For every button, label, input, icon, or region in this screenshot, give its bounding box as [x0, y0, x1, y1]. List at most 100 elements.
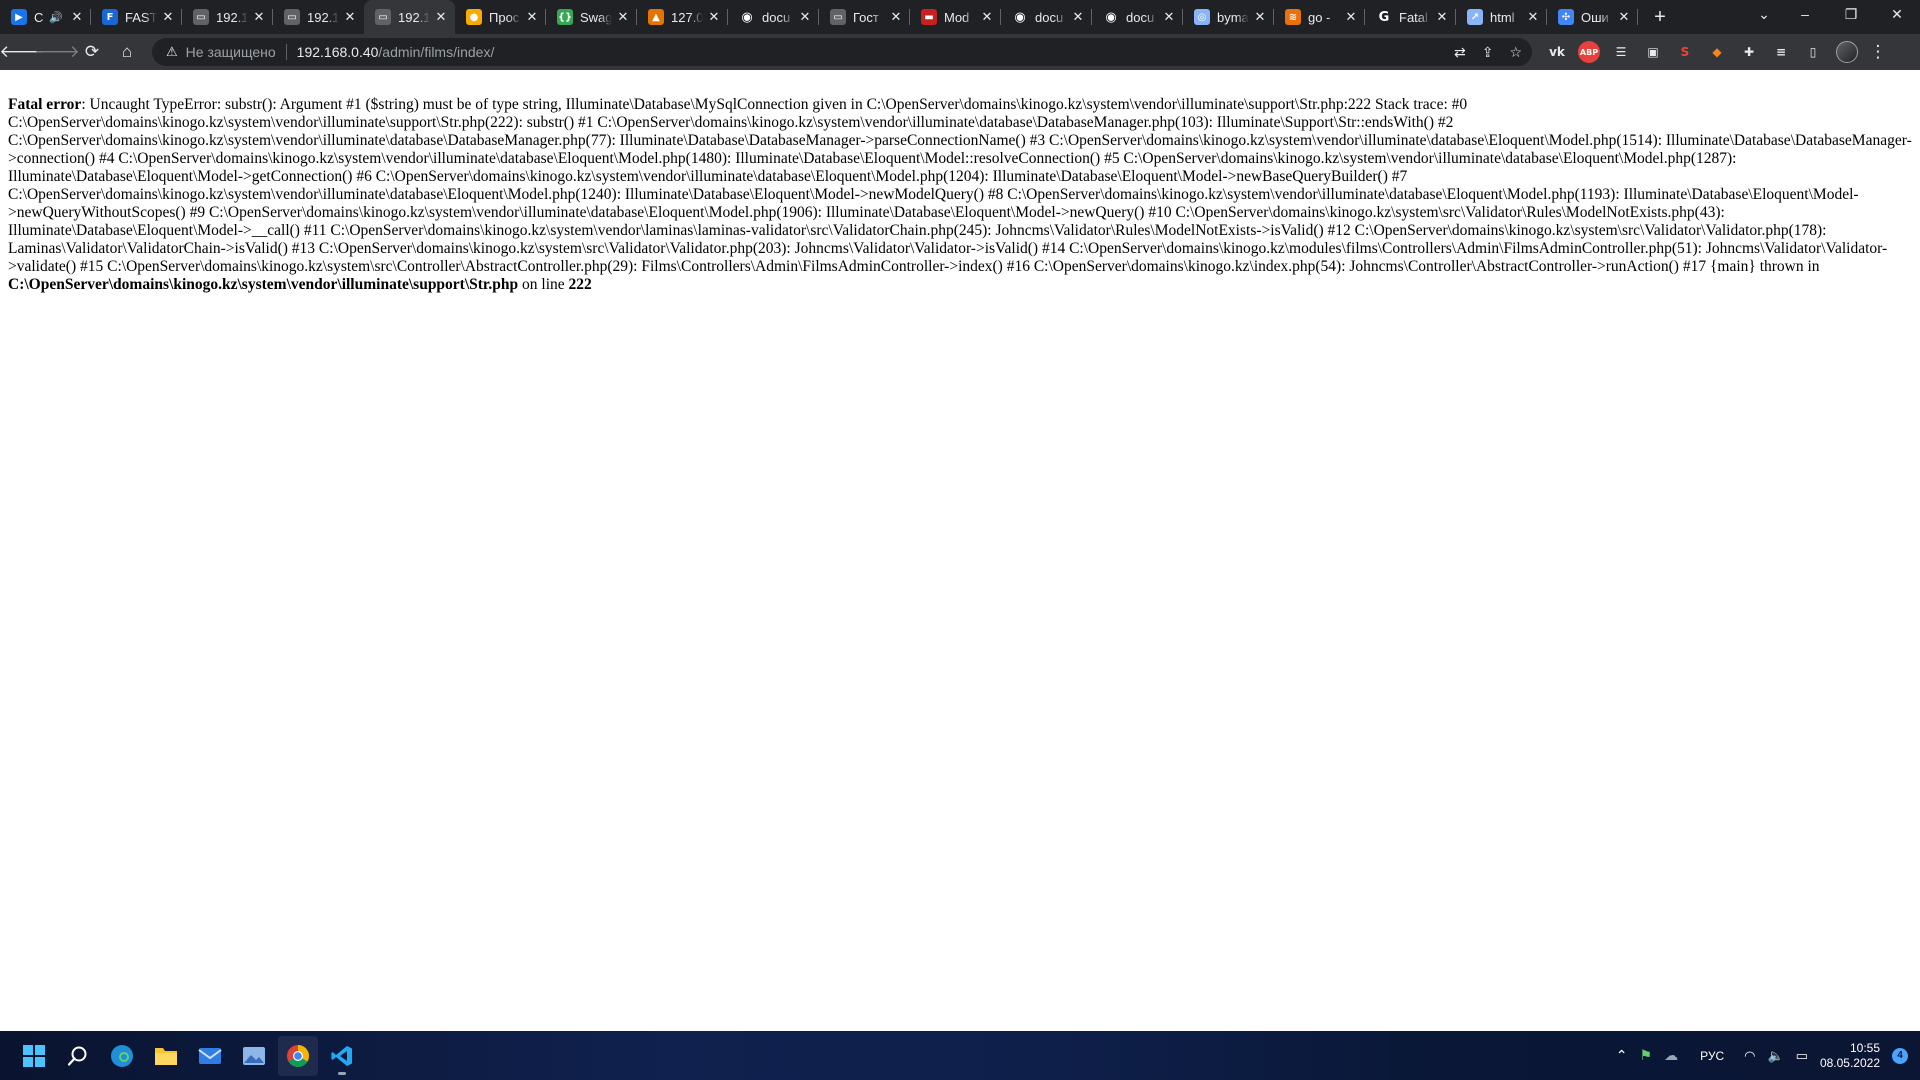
notification-badge[interactable]: 4 — [1892, 1047, 1908, 1064]
browser-tab[interactable]: ◉ docu ✕ — [1001, 0, 1092, 34]
browser-tab[interactable]: G Fatal ✕ — [1365, 0, 1456, 34]
site-icon: ↗ — [1467, 9, 1483, 25]
windows-taskbar: ⌃ ⚑ ☁ РУС ◠ 🔈 ▭ 10:55 08.05.2022 4 — [0, 1031, 1920, 1080]
tab-close-icon[interactable]: ✕ — [1070, 9, 1086, 25]
on-line-text: on line — [518, 276, 569, 293]
browser-tab[interactable]: ▬ Mod ✕ — [910, 0, 1001, 34]
search-button[interactable] — [58, 1036, 98, 1076]
metamask-icon[interactable]: ◆ — [1706, 41, 1728, 63]
reload-button[interactable]: ⟳ — [78, 38, 106, 66]
site-icon: ▬ — [921, 9, 937, 25]
browser-tab[interactable]: {} Swag ✕ — [546, 0, 637, 34]
browser-tab[interactable]: F FASTI✕ — [91, 0, 182, 34]
language-indicator[interactable]: РУС — [1700, 1049, 1724, 1063]
list-extension-icon[interactable]: ☰ — [1610, 41, 1632, 63]
url-path[interactable]: /admin/films/index/ — [378, 44, 494, 60]
share-icon[interactable]: ⇪ — [1482, 44, 1494, 61]
restore-button[interactable]: ❐ — [1828, 0, 1874, 28]
tab-close-icon[interactable]: ✕ — [342, 9, 358, 25]
tab-close-icon[interactable]: ✕ — [1343, 9, 1359, 25]
not-secure-warning-icon[interactable]: ⚠ — [166, 44, 178, 60]
github-icon: ◉ — [741, 9, 753, 25]
tab-close-icon[interactable]: ✕ — [524, 9, 540, 25]
tab-close-icon[interactable]: ✕ — [1161, 9, 1177, 25]
home-button[interactable]: ⌂ — [113, 38, 141, 66]
vk-extension-icon[interactable]: vk — [1546, 41, 1568, 63]
tab-close-icon[interactable]: ✕ — [69, 9, 85, 25]
tab-close-icon[interactable]: ✕ — [433, 9, 449, 25]
cloud-icon[interactable]: ☁ — [1664, 1047, 1678, 1064]
browser-tab[interactable]: ✣ Оши ✕ — [1547, 0, 1638, 34]
clock[interactable]: 10:55 08.05.2022 — [1820, 1041, 1880, 1071]
profile-avatar[interactable] — [1836, 41, 1858, 63]
browser-tab[interactable]: ▭ 192.1 ✕ — [182, 0, 273, 34]
github-icon: ◉ — [1105, 9, 1117, 25]
browser-tab[interactable]: ▶ C 🔊 ✕ — [0, 0, 91, 34]
tab-close-icon[interactable]: ✕ — [1434, 9, 1450, 25]
extensions-puzzle-icon[interactable]: ✚ — [1738, 41, 1760, 63]
browser-tab[interactable]: ▭ Гост ✕ — [819, 0, 910, 34]
adblock-plus-icon[interactable]: ABP — [1578, 41, 1600, 63]
tab-close-icon[interactable]: ✕ — [979, 9, 995, 25]
forward-button[interactable]: 🡒 — [34, 38, 80, 66]
edge-icon — [111, 1044, 133, 1067]
start-button[interactable] — [14, 1036, 54, 1076]
tab-close-icon[interactable]: ✕ — [251, 9, 267, 25]
tab-title: Гост — [853, 9, 879, 25]
bookmark-star-icon[interactable]: ☆ — [1509, 44, 1522, 61]
photos-app[interactable] — [234, 1036, 274, 1076]
file-explorer-app[interactable] — [146, 1036, 186, 1076]
browser-tab[interactable]: ≋ go - ✕ — [1274, 0, 1365, 34]
tab-close-icon[interactable]: ✕ — [888, 9, 904, 25]
browser-tab[interactable]: ▭ 192.1 ✕ — [364, 0, 455, 34]
mail-app[interactable] — [190, 1036, 230, 1076]
tab-close-icon[interactable]: ✕ — [615, 9, 631, 25]
tab-close-icon[interactable]: ✕ — [797, 9, 813, 25]
error-label: Fatal error — [8, 96, 82, 113]
tab-search-button[interactable]: ⌄ — [1746, 0, 1782, 28]
browser-tab[interactable]: ↗ html ✕ — [1456, 0, 1547, 34]
flag-icon[interactable]: ⚑ — [1640, 1047, 1653, 1064]
tab-title: 192.1 — [307, 9, 339, 25]
browser-tab[interactable]: ▲ 127.0 ✕ — [637, 0, 728, 34]
chrome-app[interactable] — [278, 1035, 318, 1076]
tab-close-icon[interactable]: ✕ — [1252, 9, 1268, 25]
vscode-app[interactable] — [322, 1036, 362, 1076]
error-message: : Uncaught TypeError: substr(): Argument… — [8, 96, 1912, 275]
tab-close-icon[interactable]: ✕ — [160, 9, 176, 25]
wifi-icon[interactable]: ◠ — [1744, 1048, 1755, 1064]
reading-list-icon[interactable]: ≡ — [1770, 41, 1792, 63]
back-button[interactable]: 🡐 — [0, 38, 45, 66]
browser-tab[interactable]: ▭ 192.1 ✕ — [273, 0, 364, 34]
site-icon: ▭ — [193, 9, 209, 25]
url-host[interactable]: 192.168.0.40 — [297, 44, 379, 60]
s-extension-icon[interactable]: S — [1674, 41, 1696, 63]
tab-close-icon[interactable]: ✕ — [1525, 9, 1541, 25]
new-tab-button[interactable]: + — [1646, 3, 1674, 31]
menu-kebab-icon[interactable]: ⋮ — [1864, 38, 1892, 66]
security-label[interactable]: Не защищено — [186, 44, 276, 60]
side-panel-icon[interactable]: ▯ — [1802, 41, 1824, 63]
stackoverflow-icon: ≋ — [1285, 9, 1301, 25]
edge-app[interactable] — [102, 1036, 142, 1076]
show-hidden-icons-chevron-icon[interactable]: ⌃ — [1616, 1047, 1628, 1064]
tab-audio-icon[interactable]: 🔊 — [49, 11, 63, 24]
tab-title: 127.0 — [671, 9, 703, 25]
battery-icon[interactable]: ▭ — [1796, 1048, 1808, 1064]
browser-tab[interactable]: ◎ byma ✕ — [1183, 0, 1274, 34]
browser-tab[interactable]: ◉ docu ✕ — [728, 0, 819, 34]
translate-icon[interactable]: ⇄ — [1454, 44, 1466, 61]
address-bar[interactable]: ⚠ Не защищено 192.168.0.40/admin/films/i… — [152, 38, 1532, 66]
address-bar-actions: ⇄ ⇪ ☆ — [1454, 38, 1522, 66]
fatal-error-message: Fatal error: Uncaught TypeError: substr(… — [8, 96, 1912, 294]
mail-icon — [198, 1047, 222, 1064]
browser-tab[interactable]: ◉ docu ✕ — [1092, 0, 1183, 34]
minimize-button[interactable]: – — [1782, 0, 1828, 28]
tab-close-icon[interactable]: ✕ — [1616, 9, 1632, 25]
site-icon: ▭ — [375, 9, 391, 25]
image-extension-icon[interactable]: ▣ — [1642, 41, 1664, 63]
browser-tab[interactable]: ● Прос ✕ — [455, 0, 546, 34]
volume-icon[interactable]: 🔈 — [1767, 1048, 1783, 1064]
close-window-button[interactable]: ✕ — [1874, 0, 1920, 28]
tab-close-icon[interactable]: ✕ — [706, 9, 722, 25]
